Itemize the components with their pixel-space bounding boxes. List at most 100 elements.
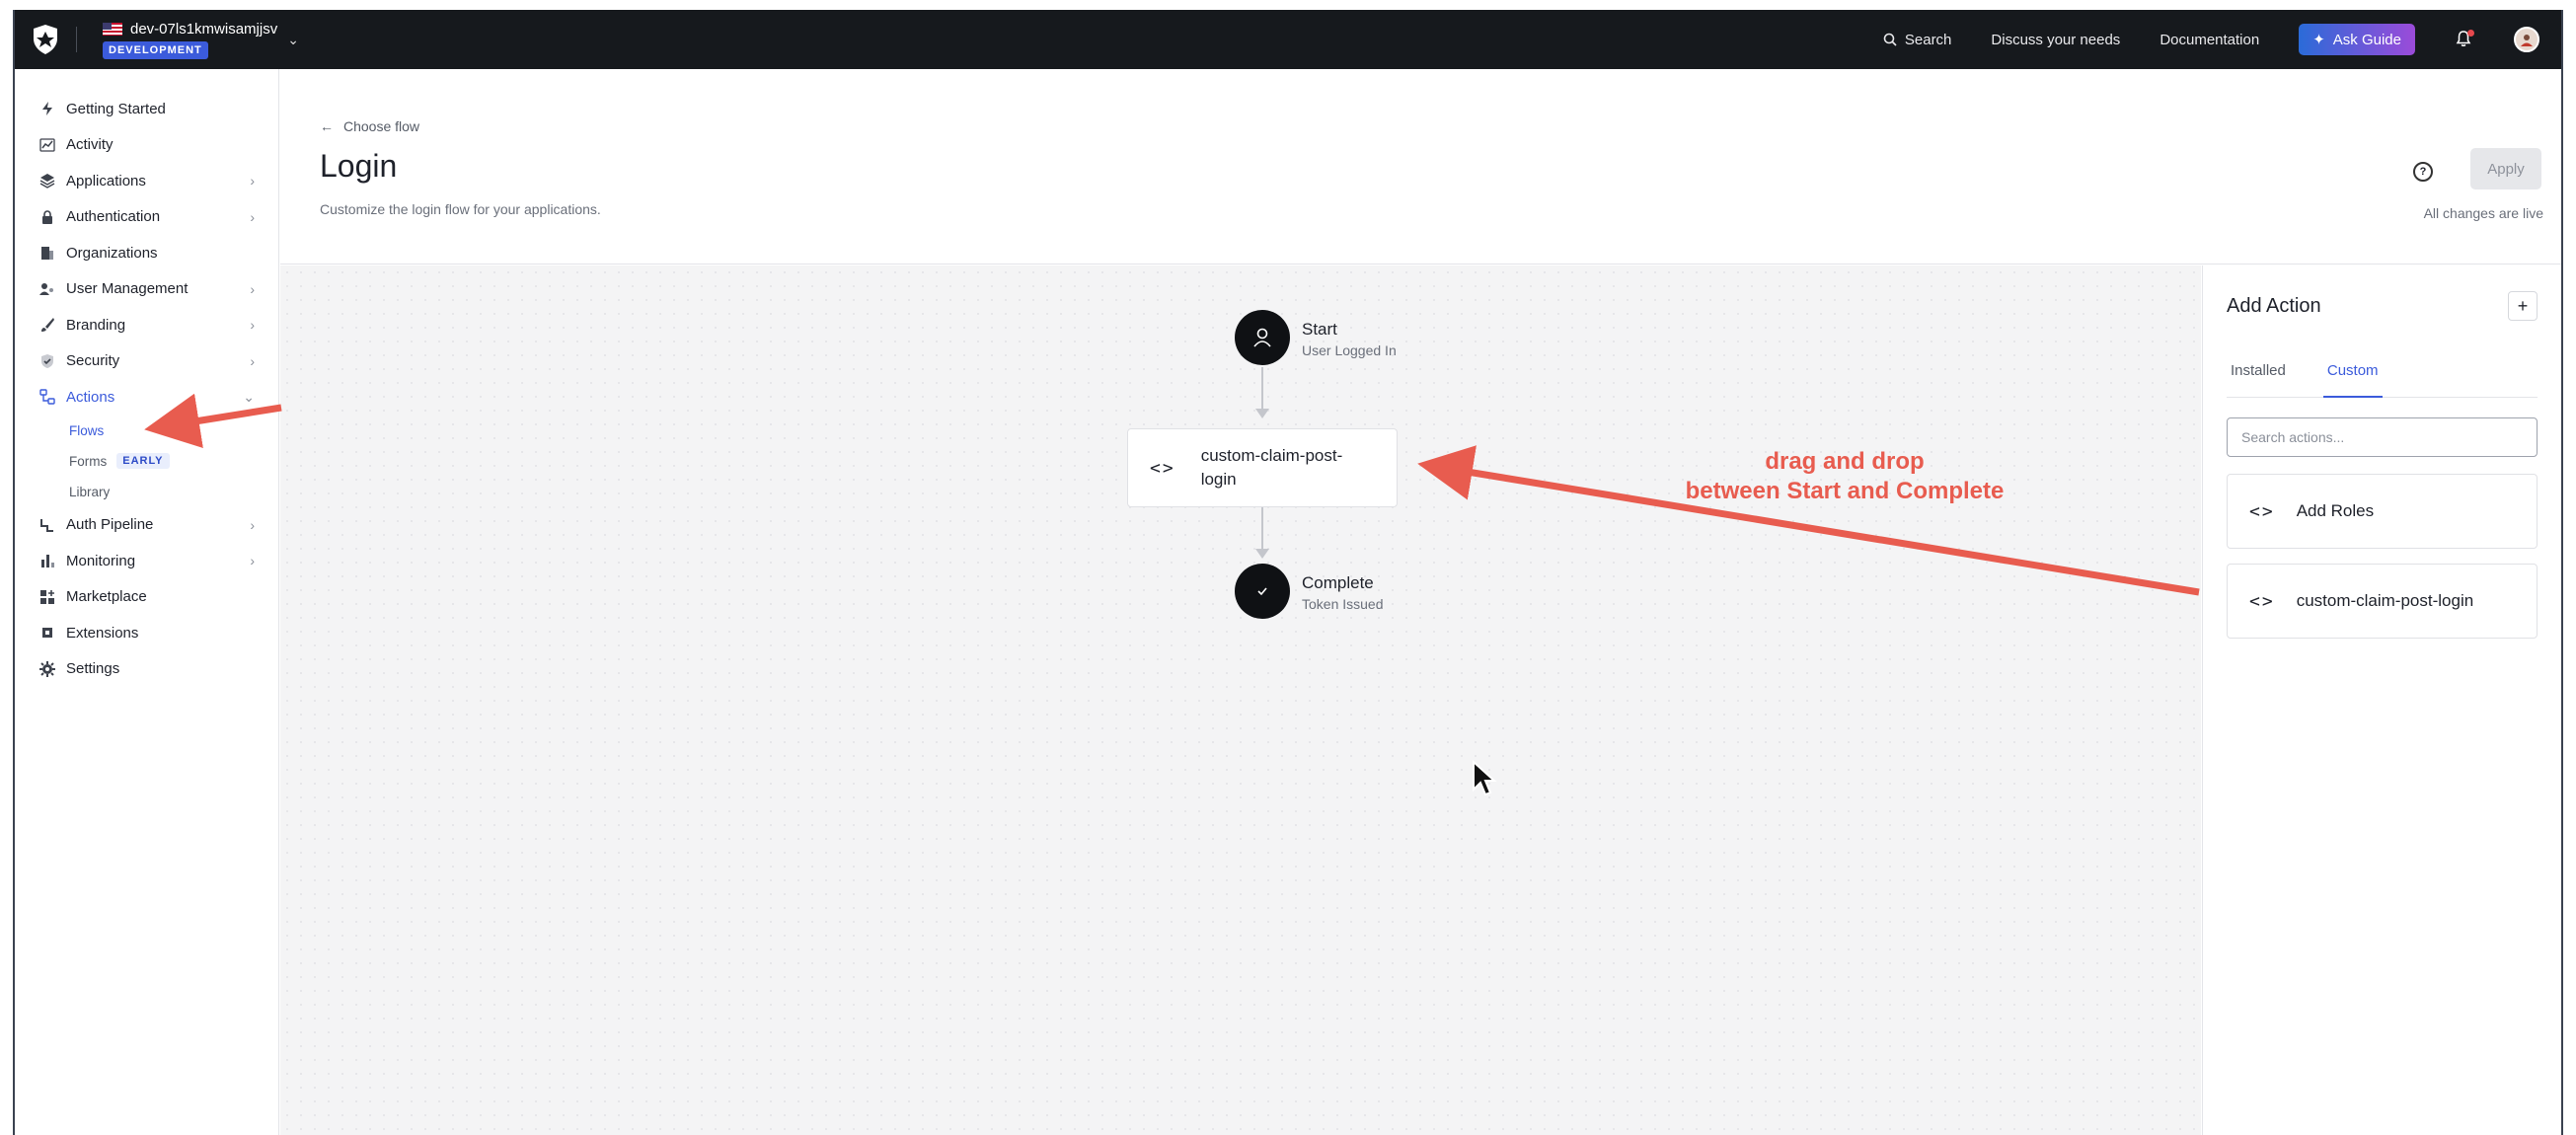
action-node[interactable]: <> custom-claim-post-login <box>1127 428 1398 507</box>
tab-installed[interactable]: Installed <box>2227 358 2290 398</box>
panel-tabs: Installed Custom <box>2227 358 2538 398</box>
back-label: Choose flow <box>343 118 420 134</box>
ask-guide-button[interactable]: ✦ Ask Guide <box>2299 24 2415 55</box>
sidebar-item-activity[interactable]: Activity <box>15 127 278 164</box>
sidebar-item-label: Getting Started <box>66 100 166 117</box>
action-card-add-roles[interactable]: <> Add Roles <box>2227 474 2538 549</box>
building-icon <box>38 244 56 262</box>
documentation-link[interactable]: Documentation <box>2159 32 2259 48</box>
drag-drop-annotation: drag and drop between Start and Complete <box>1647 447 2042 506</box>
documentation-label: Documentation <box>2159 31 2260 48</box>
sidebar-item-label: Branding <box>66 316 126 334</box>
sidebar-item-branding[interactable]: Branding › <box>15 307 278 343</box>
add-action-panel: Add Action + Installed Custom Search act… <box>2202 265 2561 1135</box>
sidebar-item-label: Organizations <box>66 244 158 262</box>
discuss-needs-link[interactable]: Discuss your needs <box>1991 32 2120 48</box>
code-icon: <> <box>2249 590 2275 612</box>
notifications-bell-icon[interactable] <box>2455 30 2474 49</box>
chevron-right-icon: › <box>250 173 255 189</box>
help-icon[interactable]: ? <box>2413 162 2433 182</box>
tab-custom[interactable]: Custom <box>2322 358 2383 398</box>
start-subtitle: User Logged In <box>1302 342 1397 358</box>
action-card-label: custom-claim-post-login <box>2296 591 2474 610</box>
pipeline-icon <box>38 516 56 534</box>
sidebar-item-label: Actions <box>66 388 115 406</box>
chevron-right-icon: › <box>250 352 255 369</box>
start-node-label: Start User Logged In <box>1302 320 1397 358</box>
live-status-text: All changes are live <box>2423 205 2543 221</box>
search-button[interactable]: Search <box>1883 31 1952 48</box>
top-bar: dev-07ls1kmwisamjjsv DEVELOPMENT ⌄ Searc… <box>15 10 2561 69</box>
user-avatar[interactable] <box>2514 27 2539 52</box>
flow-canvas[interactable]: Start User Logged In <> custom-claim-pos… <box>280 265 2201 1135</box>
early-badge: EARLY <box>116 453 170 469</box>
sidebar-item-user-management[interactable]: User Management › <box>15 271 278 308</box>
lock-icon <box>38 208 56 226</box>
search-label: Search <box>1904 31 1952 48</box>
tenant-selector[interactable]: dev-07ls1kmwisamjjsv DEVELOPMENT <box>103 21 277 59</box>
chevron-right-icon: › <box>250 280 255 297</box>
action-node-label: custom-claim-post-login <box>1200 446 1343 489</box>
panel-title: Add Action <box>2227 295 2321 317</box>
chevron-down-icon[interactable]: ⌄ <box>287 32 299 48</box>
sidebar-item-actions[interactable]: Actions ⌄ <box>15 379 278 416</box>
action-card-label: Add Roles <box>2296 501 2375 520</box>
sidebar-item-security[interactable]: Security › <box>15 343 278 380</box>
code-icon: <> <box>1150 457 1175 479</box>
environment-badge: DEVELOPMENT <box>103 40 208 59</box>
sidebar-item-label: Authentication <box>66 208 161 226</box>
bar-chart-icon <box>38 552 56 569</box>
arrow-left-icon: ← <box>320 118 334 134</box>
grid-plus-icon <box>38 588 56 606</box>
annotation-line-1: drag and drop <box>1765 448 1925 475</box>
check-icon <box>1257 587 1267 596</box>
choose-flow-link[interactable]: ← Choose flow <box>320 118 419 134</box>
gear-icon <box>38 660 56 678</box>
page-title: Login <box>320 148 398 184</box>
start-title: Start <box>1302 320 1337 339</box>
sidebar-item-applications[interactable]: Applications › <box>15 163 278 199</box>
action-card-custom-claim[interactable]: <> custom-claim-post-login <box>2227 564 2538 639</box>
connector-arrow <box>1255 367 1269 418</box>
sidebar-subitem-flows[interactable]: Flows <box>15 416 278 446</box>
sidebar-item-monitoring[interactable]: Monitoring › <box>15 543 278 579</box>
sidebar-item-label: Marketplace <box>66 588 147 606</box>
app-window: dev-07ls1kmwisamjjsv DEVELOPMENT ⌄ Searc… <box>13 10 2563 1135</box>
mouse-cursor-icon <box>1473 760 1497 796</box>
chevron-right-icon: › <box>250 553 255 569</box>
start-node[interactable] <box>1235 310 1290 365</box>
chevron-down-icon: ⌄ <box>243 388 255 405</box>
sidebar-subitem-library[interactable]: Library <box>15 477 278 507</box>
apply-button[interactable]: Apply <box>2470 148 2541 189</box>
bolt-icon <box>38 100 56 117</box>
sidebar-item-organizations[interactable]: Organizations <box>15 235 278 271</box>
sidebar-item-authentication[interactable]: Authentication › <box>15 199 278 236</box>
sidebar-item-settings[interactable]: Settings <box>15 651 278 688</box>
sidebar-item-label: Activity <box>66 136 114 154</box>
shield-logo-icon <box>34 25 57 54</box>
sidebar-item-label: User Management <box>66 280 189 298</box>
sidebar-item-getting-started[interactable]: Getting Started <box>15 91 278 127</box>
search-icon <box>1883 33 1897 46</box>
flow-icon <box>38 388 56 406</box>
complete-title: Complete <box>1302 573 1374 592</box>
connector-arrow <box>1255 507 1269 559</box>
sidebar-item-label: Monitoring <box>66 552 136 569</box>
shield-check-icon <box>38 352 56 370</box>
add-action-button[interactable]: + <box>2508 291 2538 321</box>
us-flag-icon <box>103 22 122 36</box>
complete-node[interactable] <box>1235 564 1290 619</box>
search-actions-input[interactable]: Search actions... <box>2227 417 2538 457</box>
sidebar-item-marketplace[interactable]: Marketplace <box>15 579 278 616</box>
user-photo-icon <box>2521 35 2533 46</box>
sidebar-item-label: Security <box>66 352 120 370</box>
complete-node-label: Complete Token Issued <box>1302 573 1384 612</box>
sidebar-item-auth-pipeline[interactable]: Auth Pipeline › <box>15 507 278 544</box>
auth0-logo[interactable] <box>15 10 76 69</box>
sidebar-item-label: Applications <box>66 172 146 189</box>
sidebar-subitem-forms[interactable]: Forms EARLY <box>15 446 278 477</box>
sidebar-item-extensions[interactable]: Extensions <box>15 615 278 651</box>
logo-divider <box>76 27 77 52</box>
ask-guide-label: Ask Guide <box>2332 31 2401 48</box>
sidebar-subitem-label: Flows <box>69 422 105 438</box>
